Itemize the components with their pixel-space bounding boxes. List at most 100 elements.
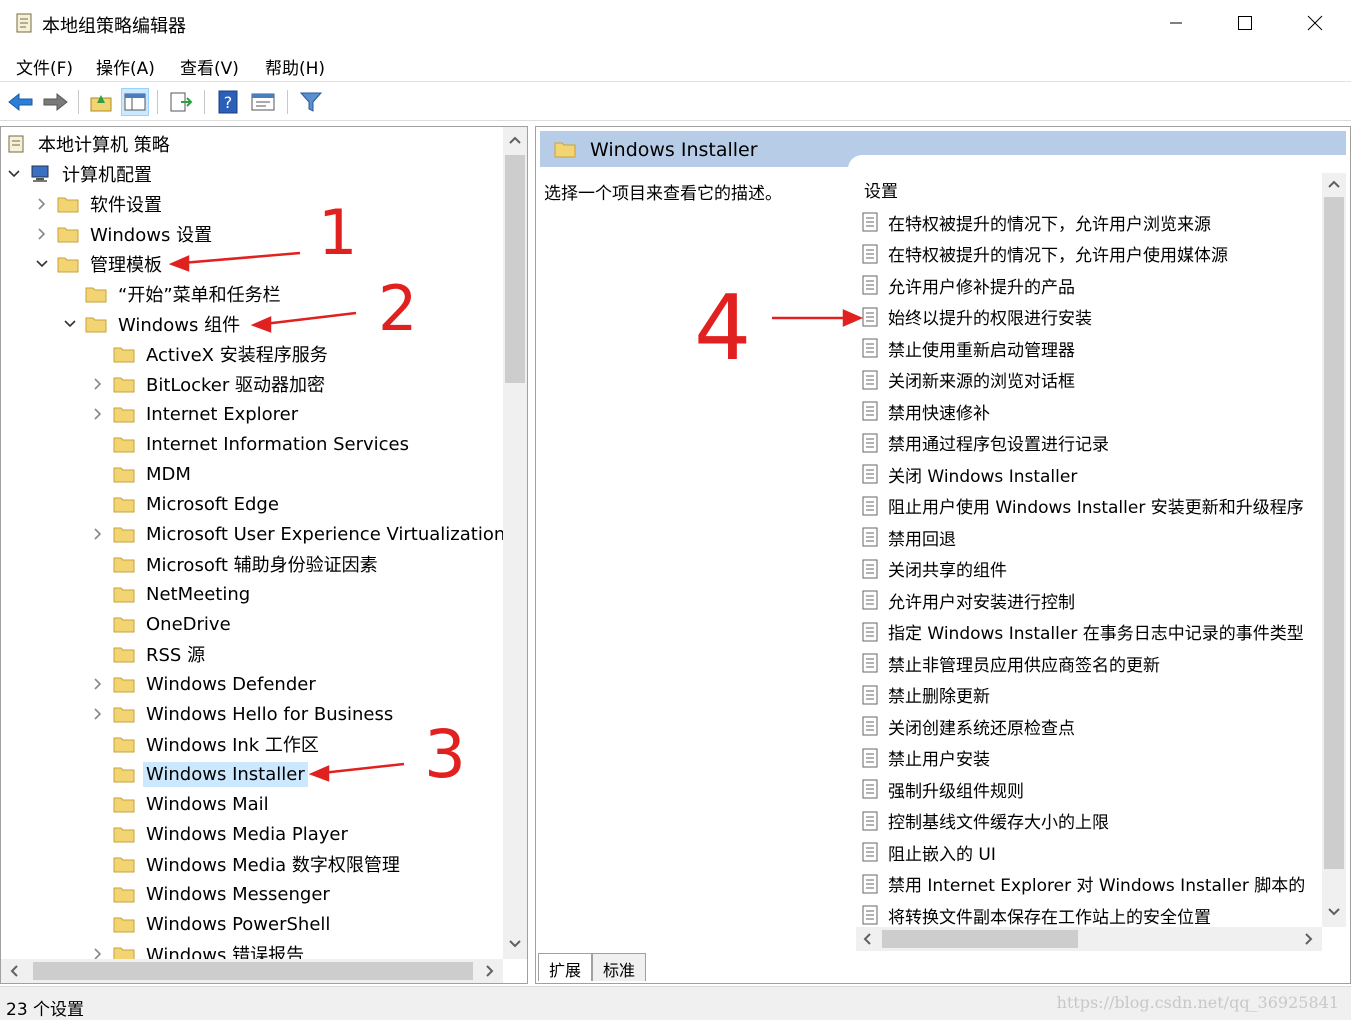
tree-item[interactable]: Windows Installer xyxy=(91,759,308,789)
tree-item[interactable]: “开始”菜单和任务栏 xyxy=(63,279,284,309)
export-list-button[interactable] xyxy=(167,88,195,116)
tree-item[interactable]: BitLocker 驱动器加密 xyxy=(91,369,328,399)
tree-item[interactable]: Windows Ink 工作区 xyxy=(91,729,322,759)
setting-row[interactable]: 禁用通过程序包设置进行记录 xyxy=(862,428,1109,458)
setting-row[interactable]: 禁止用户安装 xyxy=(862,743,990,773)
scroll-left-icon[interactable] xyxy=(9,965,19,977)
settings-column-header[interactable]: 设置 xyxy=(864,177,898,202)
chevron-right-icon[interactable] xyxy=(91,369,105,399)
tree-item[interactable]: RSS 源 xyxy=(91,639,208,669)
settings-vertical-scrollbar[interactable] xyxy=(1322,173,1346,927)
folder-icon xyxy=(554,142,576,158)
tree-item[interactable]: OneDrive xyxy=(91,609,234,639)
chevron-right-icon[interactable] xyxy=(91,669,105,699)
tree-item[interactable]: Microsoft Edge xyxy=(91,489,282,519)
tree-item[interactable]: Windows Media 数字权限管理 xyxy=(91,849,403,879)
tree-item[interactable]: Windows Messenger xyxy=(91,879,333,909)
tree-item[interactable]: Windows 组件 xyxy=(63,309,243,339)
tree-item[interactable]: ActiveX 安装程序服务 xyxy=(91,339,331,369)
minimize-button[interactable] xyxy=(1141,0,1211,46)
tab-standard[interactable]: 标准 xyxy=(592,953,647,981)
scroll-left-icon[interactable] xyxy=(862,933,872,945)
tree-item[interactable]: Windows 设置 xyxy=(35,219,215,249)
setting-row[interactable]: 禁止使用重新启动管理器 xyxy=(862,333,1075,363)
tree-item[interactable]: 管理模板 xyxy=(35,249,165,279)
setting-row[interactable]: 禁止删除更新 xyxy=(862,680,990,710)
menu-help[interactable]: 帮助(H) xyxy=(265,54,325,79)
chevron-down-icon[interactable] xyxy=(63,309,77,339)
tree-item[interactable]: 软件设置 xyxy=(35,189,165,219)
scroll-down-icon[interactable] xyxy=(509,939,521,949)
settings-horizontal-scrollbar[interactable] xyxy=(856,927,1322,951)
chevron-down-icon[interactable] xyxy=(7,159,21,189)
setting-row[interactable]: 将转换文件副本保存在工作站上的安全位置 xyxy=(862,900,1211,930)
scroll-up-icon[interactable] xyxy=(509,135,521,145)
setting-name: 禁用通过程序包设置进行记录 xyxy=(888,435,1109,455)
tree-horizontal-thumb[interactable] xyxy=(33,962,473,980)
setting-row[interactable]: 强制升级组件规则 xyxy=(862,774,1024,804)
settings-vertical-thumb[interactable] xyxy=(1324,197,1344,869)
maximize-button[interactable] xyxy=(1210,0,1280,46)
tree-item[interactable]: Microsoft 辅助身份验证因素 xyxy=(91,549,381,579)
chevron-right-icon[interactable] xyxy=(91,399,105,429)
chevron-right-icon[interactable] xyxy=(91,519,105,549)
tree-item[interactable]: 计算机配置 xyxy=(7,159,155,189)
scroll-right-icon[interactable] xyxy=(1304,933,1314,945)
menu-view[interactable]: 查看(V) xyxy=(180,54,239,79)
setting-row[interactable]: 允许用户修补提升的产品 xyxy=(862,270,1075,300)
tab-extended[interactable]: 扩展 xyxy=(538,953,593,981)
setting-row[interactable]: 指定 Windows Installer 在事务日志中记录的事件类型 xyxy=(862,617,1304,647)
setting-row[interactable]: 关闭 Windows Installer xyxy=(862,459,1077,489)
tree-vertical-thumb[interactable] xyxy=(505,155,525,383)
setting-row[interactable]: 禁用快速修补 xyxy=(862,396,990,426)
setting-row[interactable]: 关闭创建系统还原检查点 xyxy=(862,711,1075,741)
tree-item[interactable]: Windows Mail xyxy=(91,789,272,819)
tree-item[interactable]: Windows Media Player xyxy=(91,819,351,849)
close-button[interactable] xyxy=(1280,0,1350,46)
back-button[interactable] xyxy=(7,88,35,116)
scroll-right-icon[interactable] xyxy=(485,965,495,977)
tree-item[interactable]: Windows Hello for Business xyxy=(91,699,396,729)
setting-row[interactable]: 禁止非管理员应用供应商签名的更新 xyxy=(862,648,1160,678)
tree-item[interactable]: MDM xyxy=(91,459,194,489)
setting-row[interactable]: 禁用 Internet Explorer 对 Windows Installer… xyxy=(862,869,1305,899)
setting-row[interactable]: 允许用户对安装进行控制 xyxy=(862,585,1075,615)
tree-item[interactable]: Windows Defender xyxy=(91,669,319,699)
setting-row[interactable]: 在特权被提升的情况下，允许用户使用媒体源 xyxy=(862,239,1228,269)
setting-row[interactable]: 禁用回退 xyxy=(862,522,956,552)
setting-row[interactable]: 控制基线文件缓存大小的上限 xyxy=(862,806,1109,836)
chevron-right-icon[interactable] xyxy=(91,699,105,729)
settings-horizontal-thumb[interactable] xyxy=(882,930,1078,948)
setting-row[interactable]: 阻止用户使用 Windows Installer 安装更新和升级程序 xyxy=(862,491,1304,521)
setting-row[interactable]: 关闭新来源的浏览对话框 xyxy=(862,365,1075,395)
folder-icon xyxy=(113,377,135,393)
setting-row[interactable]: 阻止嵌入的 UI xyxy=(862,837,996,867)
setting-row[interactable]: 在特权被提升的情况下，允许用户浏览来源 xyxy=(862,207,1211,237)
tree-item[interactable]: Windows PowerShell xyxy=(91,909,333,939)
scroll-up-icon[interactable] xyxy=(1328,179,1340,189)
forward-button[interactable] xyxy=(41,88,69,116)
filter-button[interactable] xyxy=(297,88,325,116)
tree-item[interactable]: 本地计算机 策略 xyxy=(5,129,173,159)
menu-file[interactable]: 文件(F) xyxy=(16,54,73,79)
tree-horizontal-scrollbar[interactable] xyxy=(1,959,503,983)
tree-item[interactable]: Internet Information Services xyxy=(91,429,412,459)
menu-action[interactable]: 操作(A) xyxy=(96,54,155,79)
scroll-down-icon[interactable] xyxy=(1328,907,1340,917)
setting-row[interactable]: 始终以提升的权限进行安装 xyxy=(862,302,1092,332)
tree-item[interactable]: Internet Explorer xyxy=(91,399,301,429)
up-folder-button[interactable] xyxy=(87,88,115,116)
chevron-right-icon[interactable] xyxy=(35,189,49,219)
chevron-right-icon[interactable] xyxy=(35,219,49,249)
chevron-down-icon[interactable] xyxy=(35,249,49,279)
properties-button[interactable] xyxy=(249,88,277,116)
show-tree-button[interactable] xyxy=(121,88,149,116)
setting-row[interactable]: 关闭共享的组件 xyxy=(862,554,1007,584)
help-button[interactable]: ? xyxy=(214,88,242,116)
tree-item[interactable]: Microsoft User Experience Virtualization xyxy=(91,519,508,549)
tree-item[interactable]: NetMeeting xyxy=(91,579,253,609)
tree-vertical-scrollbar[interactable] xyxy=(503,127,527,959)
